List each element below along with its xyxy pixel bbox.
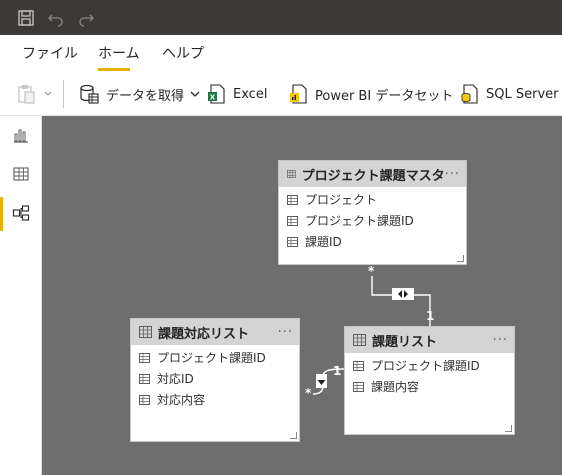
field-row[interactable]: プロジェクト課題ID [279,210,466,231]
column-icon [287,194,298,205]
table-card-header[interactable]: プロジェクト課題マスタ ··· [279,161,466,187]
many-cardinality: * [368,264,375,278]
table-icon [139,326,152,338]
more-options-icon[interactable]: ··· [445,167,460,182]
field-row[interactable]: プロジェクト課題ID [345,355,514,376]
table-card-issues[interactable]: 課題リスト ··· プロジェクト課題ID 課題内容 [344,326,515,435]
table-icon [287,170,296,178]
many-cardinality: * [305,386,312,400]
resize-handle[interactable] [457,255,464,262]
column-icon [287,215,298,226]
relationship-line[interactable] [371,276,431,326]
field-row[interactable]: 対応ID [131,368,299,389]
table-name: プロジェクト課題マスタ [301,168,445,184]
one-cardinality: 1 [426,309,435,323]
column-icon [287,236,298,247]
field-row[interactable]: 課題ID [279,231,466,252]
field-name: プロジェクト [305,193,378,207]
field-row[interactable]: 課題内容 [345,376,514,397]
more-options-icon[interactable]: ··· [278,325,293,340]
field-name: プロジェクト課題ID [371,359,480,373]
table-icon [353,334,366,346]
column-icon [139,373,150,384]
table-card-master[interactable]: プロジェクト課題マスタ ··· プロジェクト プロジェクト課題ID 課題ID [278,160,467,265]
field-name: プロジェクト課題ID [305,214,414,228]
field-name: 課題ID [305,235,342,249]
table-card-response[interactable]: 課題対応リスト ··· プロジェクト課題ID 対応ID 対応内容 [130,318,300,442]
field-name: 対応ID [157,372,194,386]
table-name: 課題対応リスト [158,326,250,342]
column-icon [139,394,150,405]
bidirectional-filter-icon [392,288,414,300]
field-name: 対応内容 [157,393,206,407]
one-cardinality: 1 [333,364,342,378]
field-row[interactable]: プロジェクト [279,189,466,210]
table-name: 課題リスト [372,334,438,350]
field-name: 課題内容 [371,380,420,394]
field-row[interactable]: 対応内容 [131,389,299,410]
table-card-header[interactable]: 課題対応リスト ··· [131,319,299,345]
column-icon [353,360,364,371]
more-options-icon[interactable]: ··· [493,333,508,348]
table-card-header[interactable]: 課題リスト ··· [345,327,514,353]
resize-handle[interactable] [505,425,512,432]
field-row[interactable]: プロジェクト課題ID [131,347,299,368]
resize-handle[interactable] [290,432,297,439]
column-icon [353,381,364,392]
column-icon [139,352,150,363]
field-name: プロジェクト課題ID [157,351,266,365]
